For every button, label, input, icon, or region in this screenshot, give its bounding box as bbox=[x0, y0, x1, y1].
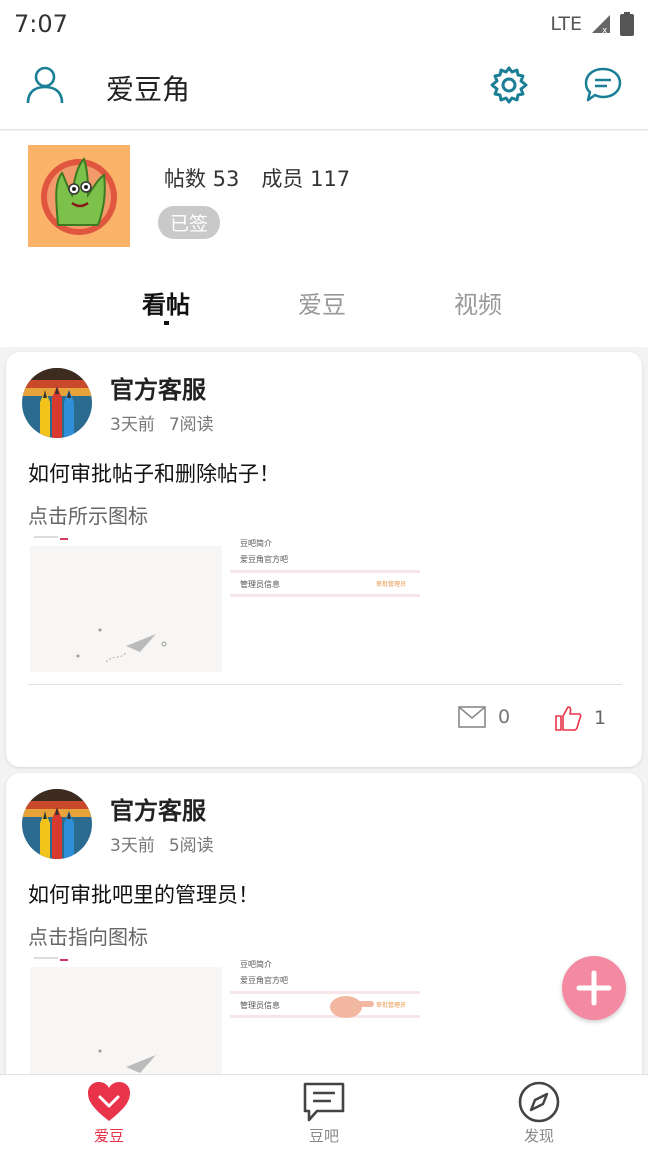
post-title[interactable]: 如何审批吧里的管理员！ bbox=[28, 879, 259, 909]
messages-button[interactable] bbox=[582, 64, 624, 106]
battery-icon bbox=[620, 12, 634, 36]
message-icon bbox=[584, 67, 622, 102]
screen: 7:07 LTE x 爱豆角 帖数 53 成员 117 已签 看帖 爱豆 视频 … bbox=[0, 0, 648, 1152]
author-avatar[interactable] bbox=[22, 368, 92, 438]
thumb-line: 管理员信息 bbox=[240, 1000, 280, 1010]
group-header: 帖数 53 成员 117 已签 看帖 爱豆 视频 bbox=[0, 131, 648, 347]
nav-item-discover[interactable]: 发现 bbox=[484, 1081, 594, 1146]
heart-icon bbox=[88, 1082, 130, 1121]
user-icon bbox=[26, 66, 64, 104]
nav-item-idols[interactable]: 爱豆 bbox=[54, 1081, 164, 1146]
thumb-line: 审批管理员 bbox=[376, 580, 406, 588]
mail-icon bbox=[458, 706, 486, 728]
post-meta: 3天前 7阅读 bbox=[110, 410, 214, 435]
post-meta: 3天前 5阅读 bbox=[110, 831, 214, 856]
settings-button[interactable] bbox=[488, 64, 530, 106]
gear-icon bbox=[490, 66, 528, 104]
card-divider bbox=[28, 684, 622, 685]
network-type: LTE bbox=[550, 13, 582, 35]
status-icons: LTE x bbox=[550, 12, 634, 36]
members-count: 成员 117 bbox=[261, 167, 351, 191]
chat-icon bbox=[303, 1082, 345, 1122]
nav-label: 豆吧 bbox=[308, 1127, 339, 1145]
tab-idols[interactable]: 爱豆 bbox=[298, 285, 346, 320]
thumb-line: 爱豆角官方吧 bbox=[240, 554, 288, 564]
like-count: 1 bbox=[594, 707, 607, 729]
tab-indicator bbox=[164, 321, 169, 325]
post-description: 点击指向图标 bbox=[28, 925, 148, 949]
author-avatar[interactable] bbox=[22, 789, 92, 859]
thumb-line: 爱豆角官方吧 bbox=[240, 975, 288, 985]
signed-badge[interactable]: 已签 bbox=[158, 206, 221, 239]
svg-text:x: x bbox=[602, 26, 608, 35]
nav-label: 发现 bbox=[523, 1127, 554, 1145]
new-post-button[interactable] bbox=[562, 956, 626, 1020]
tab-bar: 看帖 爱豆 视频 bbox=[0, 281, 648, 347]
tab-videos[interactable]: 视频 bbox=[454, 285, 502, 320]
thumb-line: 审批管理员 bbox=[376, 1001, 406, 1009]
group-stats: 帖数 53 成员 117 bbox=[164, 163, 350, 193]
app-bar: 爱豆角 bbox=[0, 48, 648, 130]
status-time: 7:07 bbox=[14, 10, 68, 38]
app-title: 爱豆角 bbox=[106, 73, 191, 106]
post-reads: 7阅读 bbox=[168, 415, 214, 435]
post-image[interactable]: 豆吧简介 爱豆角官方吧 管理员信息 审批管理员 bbox=[30, 534, 422, 672]
thumbs-up-icon bbox=[555, 706, 582, 731]
profile-button[interactable] bbox=[24, 64, 66, 106]
pencils-avatar-image bbox=[22, 368, 92, 438]
post-description: 点击所示图标 bbox=[28, 504, 148, 528]
post-card[interactable]: 官方客服 3天前 7阅读 如何审批帖子和删除帖子！ 点击所示图标 豆吧简介 爱豆… bbox=[6, 352, 642, 767]
bottom-nav: 爱豆 豆吧 发现 bbox=[0, 1074, 648, 1152]
post-image[interactable]: 豆吧简介 爱豆角官方吧 管理员信息 审批管理员 bbox=[30, 955, 422, 1093]
thumb-line: 豆吧简介 bbox=[240, 959, 272, 969]
thumb-line: 管理员信息 bbox=[240, 579, 280, 589]
group-avatar[interactable] bbox=[28, 145, 130, 247]
posts-count: 帖数 53 bbox=[164, 167, 240, 191]
post-time: 3天前 bbox=[110, 415, 155, 435]
post-reads: 5阅读 bbox=[168, 836, 214, 856]
compass-icon bbox=[518, 1081, 560, 1123]
status-bar: 7:07 LTE x bbox=[0, 0, 648, 48]
pointing-hand-icon bbox=[330, 996, 374, 1018]
comment-button[interactable]: 0 bbox=[458, 706, 510, 728]
like-button[interactable]: 1 bbox=[554, 704, 606, 732]
post-time: 3天前 bbox=[110, 836, 155, 856]
author-name[interactable]: 官方客服 bbox=[110, 370, 206, 405]
pencils-avatar-image bbox=[22, 789, 92, 859]
signal-icon: x bbox=[592, 15, 610, 35]
author-name[interactable]: 官方客服 bbox=[110, 791, 206, 826]
thumb-line: 豆吧简介 bbox=[240, 538, 272, 548]
group-logo-image bbox=[41, 157, 117, 235]
plus-icon bbox=[576, 970, 612, 1006]
post-title[interactable]: 如何审批帖子和删除帖子！ bbox=[28, 458, 280, 488]
nav-label: 爱豆 bbox=[93, 1127, 124, 1145]
nav-item-bars[interactable]: 豆吧 bbox=[269, 1081, 379, 1146]
comment-count: 0 bbox=[498, 706, 511, 728]
post-card[interactable]: 官方客服 3天前 5阅读 如何审批吧里的管理员！ 点击指向图标 豆吧简介 爱豆角… bbox=[6, 773, 642, 1093]
tab-posts[interactable]: 看帖 bbox=[142, 285, 190, 320]
